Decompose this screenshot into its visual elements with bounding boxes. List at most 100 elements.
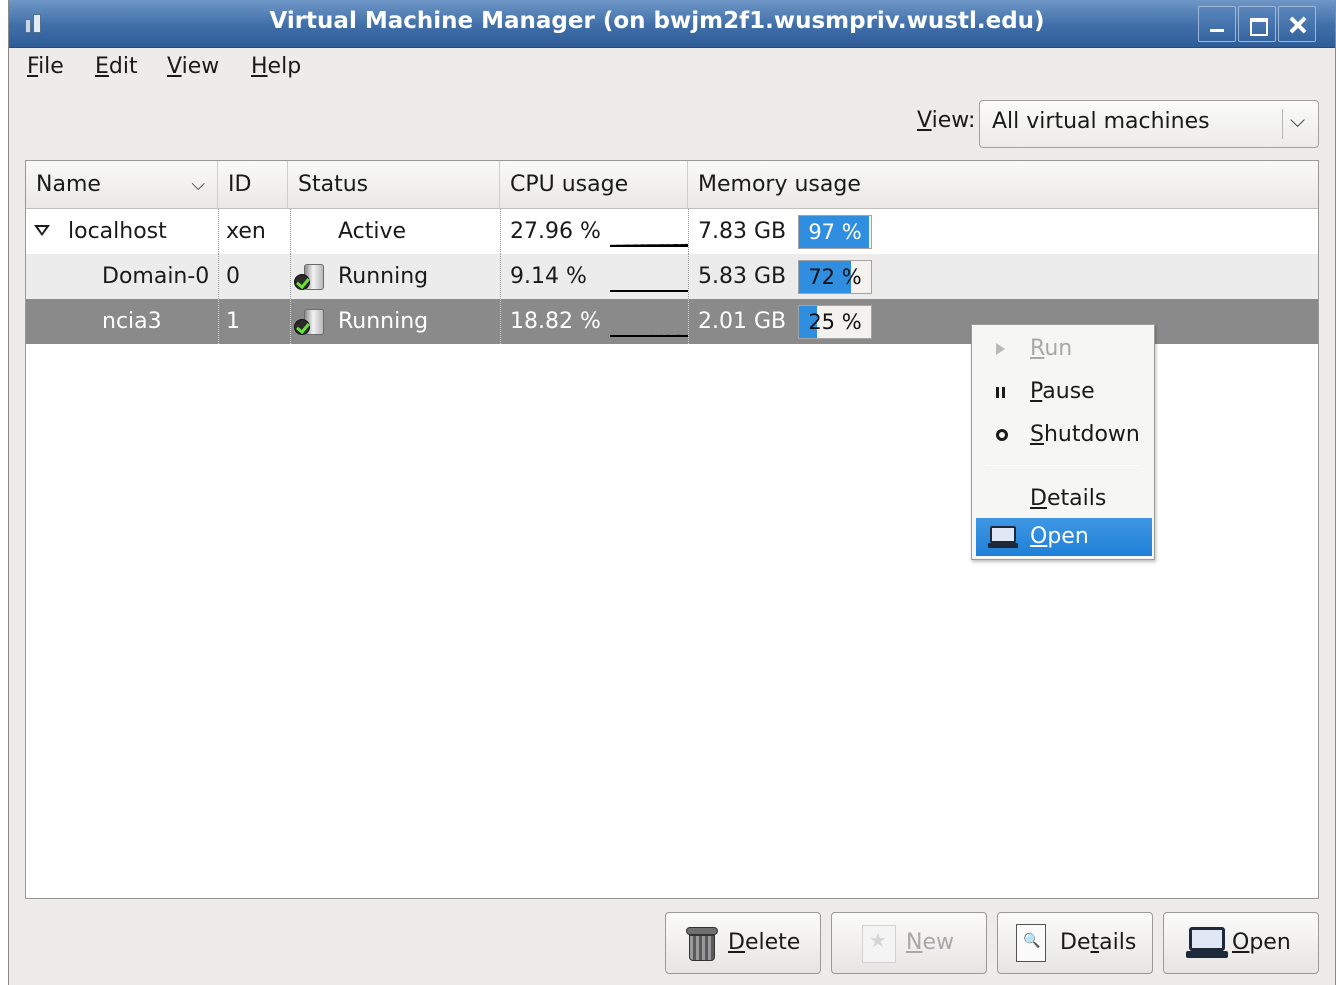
minimize-button[interactable] xyxy=(1198,6,1236,42)
new-mnemonic: N xyxy=(906,930,923,955)
column-header-memory[interactable]: Memory usage xyxy=(688,161,1318,209)
cpu-sparkline-area xyxy=(610,334,688,337)
details-icon xyxy=(1016,924,1046,962)
column-divider xyxy=(218,299,219,344)
row-cpu: 27.96 % xyxy=(510,219,601,244)
details-mnemonic: t xyxy=(1090,930,1100,955)
details-mnemonic: D xyxy=(1030,486,1047,511)
row-name: localhost xyxy=(68,219,167,244)
column-header-memory-label: Memory usage xyxy=(698,172,861,197)
column-divider xyxy=(688,209,689,254)
pause-mnemonic: P xyxy=(1030,379,1043,404)
column-divider xyxy=(500,299,501,344)
vm-running-icon xyxy=(294,262,328,292)
view-filter-mnemonic: V xyxy=(917,108,932,133)
memory-usage-percent: 25 % xyxy=(808,310,862,334)
delete-mnemonic: D xyxy=(728,930,745,955)
new-label: ew xyxy=(922,930,954,955)
column-header-cpu[interactable]: CPU usage xyxy=(500,161,688,209)
details-button[interactable]: Details xyxy=(997,912,1153,974)
menu-help-label: elp xyxy=(267,54,302,79)
new-vm-icon xyxy=(862,925,896,963)
column-divider xyxy=(688,299,689,344)
delete-label: elete xyxy=(744,930,801,955)
run-mnemonic: R xyxy=(1030,336,1045,361)
power-icon xyxy=(996,429,1008,441)
row-status: Running xyxy=(338,264,429,289)
close-button[interactable] xyxy=(1278,6,1316,42)
menu-help-mnemonic: H xyxy=(251,54,268,79)
view-filter-label-text: iew: xyxy=(931,108,976,133)
memory-usage-bar: 25 % xyxy=(798,305,872,339)
open-button[interactable]: Open xyxy=(1163,912,1319,974)
context-menu-details[interactable]: Details xyxy=(976,480,1152,518)
column-header-id[interactable]: ID xyxy=(218,161,288,209)
details-label: etails xyxy=(1046,486,1107,511)
memory-usage-bar: 97 % xyxy=(798,215,872,249)
sort-descending-icon: ⌵ xyxy=(191,174,205,195)
menu-help[interactable]: Help xyxy=(251,52,301,82)
vm-running-icon xyxy=(294,307,328,337)
memory-usage-percent: 97 % xyxy=(808,220,862,244)
open-label: pen xyxy=(1047,524,1089,549)
maximize-button[interactable] xyxy=(1238,6,1276,42)
column-divider xyxy=(290,254,291,299)
new-button[interactable]: New xyxy=(831,912,987,974)
open-label: pen xyxy=(1249,930,1291,955)
row-cpu: 9.14 % xyxy=(510,264,587,289)
column-divider xyxy=(290,299,291,344)
column-divider xyxy=(500,209,501,254)
view-filter-dropdown[interactable]: All virtual machines ⌵ xyxy=(979,100,1319,148)
column-divider xyxy=(688,254,689,299)
memory-usage-percent: 72 % xyxy=(808,265,862,289)
cpu-sparkline-area xyxy=(610,290,688,292)
shutdown-label: hutdown xyxy=(1043,422,1140,447)
dropdown-separator xyxy=(1282,109,1283,139)
row-id: 0 xyxy=(226,264,240,289)
trash-icon xyxy=(684,925,720,963)
context-menu-open[interactable]: Open xyxy=(976,518,1152,556)
column-header-status[interactable]: Status xyxy=(288,161,500,209)
menu-view-label: iew xyxy=(181,54,220,79)
row-name: Domain-0 xyxy=(102,264,210,289)
context-menu-run[interactable]: Run xyxy=(976,330,1152,368)
menu-view[interactable]: View xyxy=(167,52,219,82)
row-memory: 2.01 GB xyxy=(698,309,787,334)
title-bar[interactable]: Virtual Machine Manager (on bwjm2f1.wusm… xyxy=(9,0,1335,48)
column-divider xyxy=(290,209,291,254)
context-menu-pause[interactable]: Pause xyxy=(976,373,1152,411)
menu-edit-label: dit xyxy=(108,54,138,79)
column-divider xyxy=(218,254,219,299)
row-memory: 7.83 GB xyxy=(698,219,787,244)
menu-edit-mnemonic: E xyxy=(95,54,109,79)
context-menu-shutdown[interactable]: Shutdown xyxy=(976,416,1152,454)
table-row[interactable]: Domain-0 0 Running 9.14 % 5.83 GB 72 % xyxy=(26,254,1318,299)
monitor-icon xyxy=(988,525,1018,549)
view-filter-label: View: xyxy=(917,108,975,133)
memory-usage-bar: 72 % xyxy=(798,260,872,294)
cpu-usage-sparkline xyxy=(610,334,688,337)
row-memory: 5.83 GB xyxy=(698,264,787,289)
menu-file-label: ile xyxy=(38,54,64,79)
menu-file[interactable]: File xyxy=(27,52,64,82)
menu-edit[interactable]: Edit xyxy=(95,52,138,82)
app-window: Virtual Machine Manager (on bwjm2f1.wusm… xyxy=(8,0,1336,985)
menu-bar: File Edit View Help xyxy=(9,48,1335,86)
row-name: ncia3 xyxy=(102,309,162,334)
details-label-pre: De xyxy=(1060,930,1091,955)
row-id: xen xyxy=(226,219,266,244)
menu-separator xyxy=(986,465,1140,466)
column-header-id-label: ID xyxy=(228,172,252,197)
column-header-name[interactable]: Name ⌵ xyxy=(26,161,218,209)
shutdown-mnemonic: S xyxy=(1030,422,1044,447)
chevron-down-icon: ⌵ xyxy=(1290,108,1306,132)
expander-down-icon[interactable] xyxy=(34,225,50,236)
menu-file-mnemonic: F xyxy=(27,54,39,79)
delete-button[interactable]: Delete xyxy=(665,912,821,974)
view-filter-value: All virtual machines xyxy=(992,109,1210,134)
context-menu: Run Pause Shutdown Details Open xyxy=(971,324,1155,560)
open-mnemonic: O xyxy=(1030,524,1048,549)
cpu-usage-sparkline xyxy=(610,243,688,247)
table-row[interactable]: localhost xen Active 27.96 % 7.83 GB 97 … xyxy=(26,209,1318,254)
cpu-sparkline-area xyxy=(610,243,688,247)
